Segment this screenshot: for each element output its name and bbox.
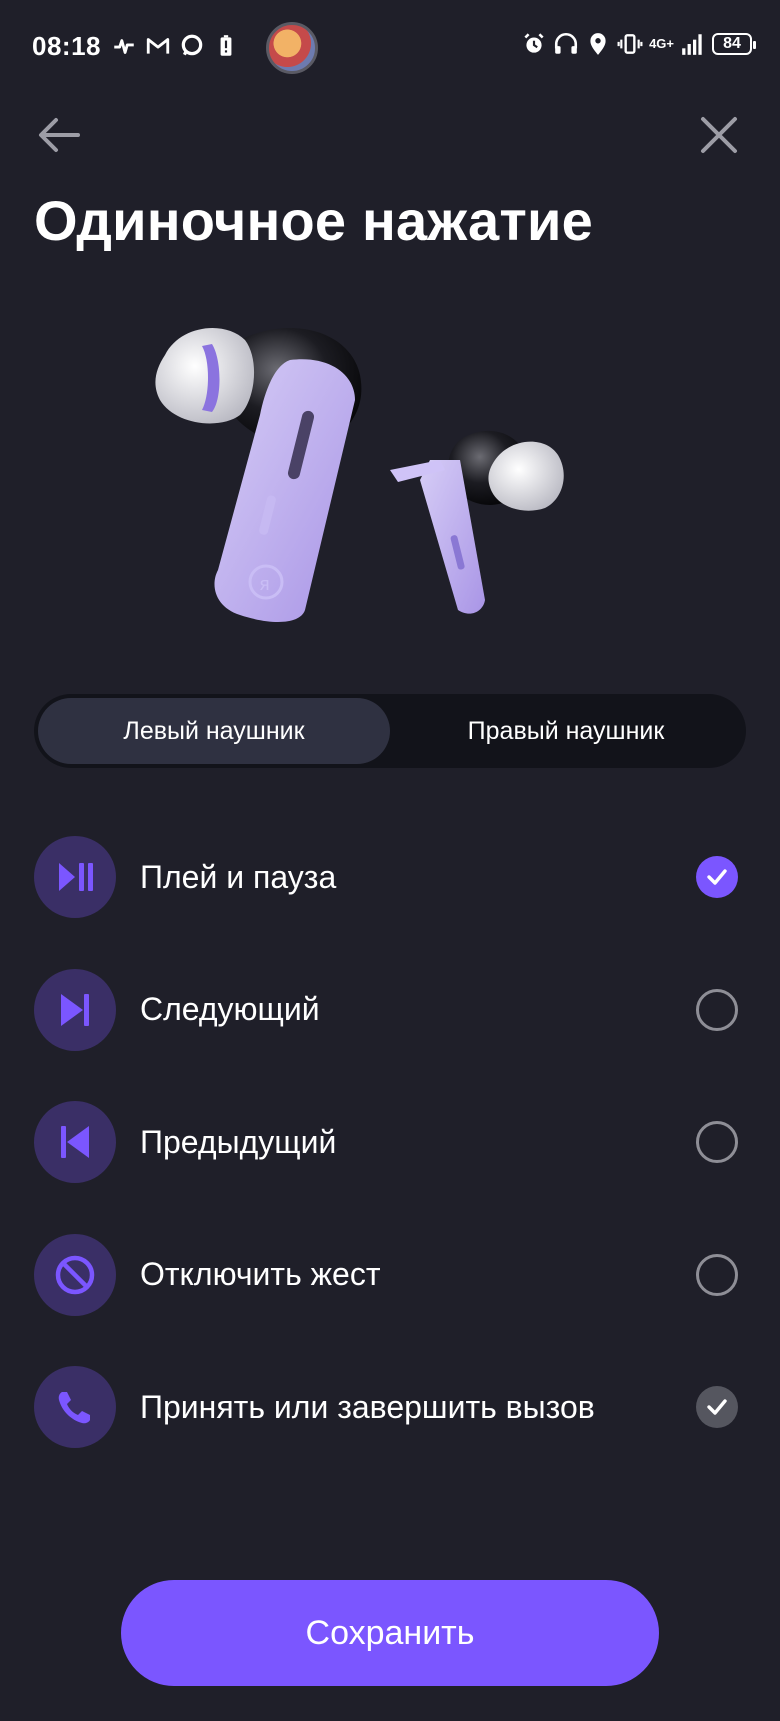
radio-unselected[interactable] bbox=[696, 988, 738, 1031]
alarm-icon bbox=[524, 33, 544, 53]
option-label: Предыдущий bbox=[140, 1123, 337, 1160]
radio-fixed-checked bbox=[696, 1386, 738, 1428]
gmail-icon bbox=[146, 38, 170, 54]
gesture-options-list: Плей и пауза Следующий Предыдущий Отключ… bbox=[34, 836, 746, 1499]
vibrate-icon bbox=[617, 34, 643, 54]
option-next[interactable]: Следующий bbox=[34, 968, 746, 1051]
checkmark-icon bbox=[707, 1399, 727, 1415]
option-label: Принять или завершить вызов bbox=[140, 1388, 595, 1425]
phone-icon bbox=[34, 1366, 116, 1448]
tab-right-earbud[interactable]: Правый наушник bbox=[390, 698, 742, 764]
earbud-selector: Левый наушник Правый наушник bbox=[34, 694, 746, 768]
battery-level: 84 bbox=[723, 35, 741, 52]
page-title: Одиночное нажатие bbox=[34, 189, 593, 252]
headphones-battery-icon bbox=[555, 32, 578, 54]
radio-selected[interactable] bbox=[696, 856, 738, 898]
option-label: Плей и пауза bbox=[140, 858, 337, 895]
disable-icon bbox=[34, 1233, 116, 1316]
avatar bbox=[266, 22, 318, 74]
close-icon[interactable] bbox=[698, 114, 740, 156]
radio-unselected[interactable] bbox=[696, 1253, 738, 1296]
svg-text:я: я bbox=[259, 574, 270, 595]
system-icons: 4G+ 84 bbox=[521, 30, 756, 58]
option-previous[interactable]: Предыдущий bbox=[34, 1101, 746, 1183]
checkmark-icon bbox=[707, 869, 727, 885]
radio-unselected[interactable] bbox=[696, 1121, 738, 1163]
option-label: Следующий bbox=[140, 991, 320, 1027]
back-arrow-icon[interactable] bbox=[34, 112, 84, 158]
battery-indicator: 84 bbox=[712, 33, 756, 55]
location-icon bbox=[590, 33, 606, 55]
network-type: 4G+ bbox=[649, 36, 674, 51]
signal-icon bbox=[682, 34, 702, 55]
status-time: 08:18 bbox=[32, 30, 101, 61]
option-disable-gesture[interactable]: Отключить жест bbox=[34, 1233, 746, 1316]
chat-icon bbox=[181, 34, 203, 56]
earbuds-image: я bbox=[155, 327, 564, 622]
battery-alert-icon bbox=[220, 35, 232, 56]
play-pause-icon bbox=[34, 836, 116, 918]
save-button[interactable]: Сохранить bbox=[121, 1580, 659, 1686]
option-play-pause[interactable]: Плей и пауза bbox=[34, 836, 746, 918]
notification-icons bbox=[111, 33, 239, 59]
option-label: Отключить жест bbox=[140, 1256, 381, 1292]
heartbeat-icon bbox=[114, 39, 134, 54]
previous-track-icon bbox=[34, 1101, 116, 1183]
tab-left-earbud[interactable]: Левый наушник bbox=[38, 698, 390, 764]
next-track-icon bbox=[34, 968, 116, 1051]
option-call[interactable]: Принять или завершить вызов bbox=[34, 1366, 746, 1448]
